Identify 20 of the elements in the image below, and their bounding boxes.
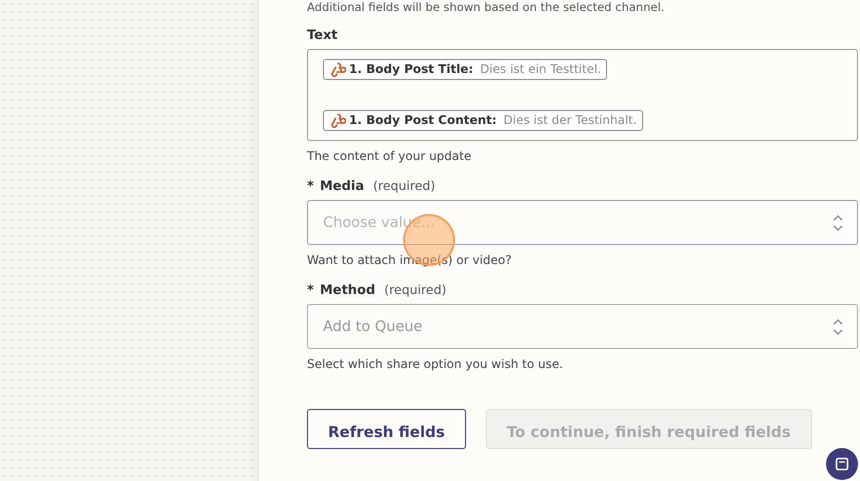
chevron-icon (833, 318, 843, 336)
intro-text: Additional fields will be shown based on the selected channel. (307, 0, 666, 14)
help-text: Want to attach image(s) or video? (307, 253, 513, 267)
required-note: (required) (373, 178, 436, 193)
variable-pill[interactable]: 1. Body Post Content: Dies ist der Testinhalt. (323, 110, 643, 131)
help-text: The content of your update (307, 149, 472, 163)
field-label: Method (320, 283, 376, 298)
required-note: (required) (384, 282, 446, 297)
field-label: Media (320, 179, 364, 194)
required-marker: * (307, 179, 314, 194)
variable-pill[interactable]: 1. Body Post Title: Dies ist ein Testtitel. (323, 59, 608, 80)
refresh-button[interactable]: Refresh fields (307, 409, 466, 449)
help-text: Select which share option you wish to use. (307, 357, 564, 371)
required-marker: * (307, 283, 314, 298)
chat-icon (835, 457, 849, 471)
webhook-icon (330, 61, 346, 77)
text-field[interactable]: 1. Body Post Title: Dies ist ein Testtitel. 1. Body Post Content: Dies ist der Testinhalt. (307, 49, 858, 141)
field-label: Text (307, 28, 338, 43)
webhook-icon (330, 112, 346, 128)
chevron-icon (833, 214, 843, 232)
